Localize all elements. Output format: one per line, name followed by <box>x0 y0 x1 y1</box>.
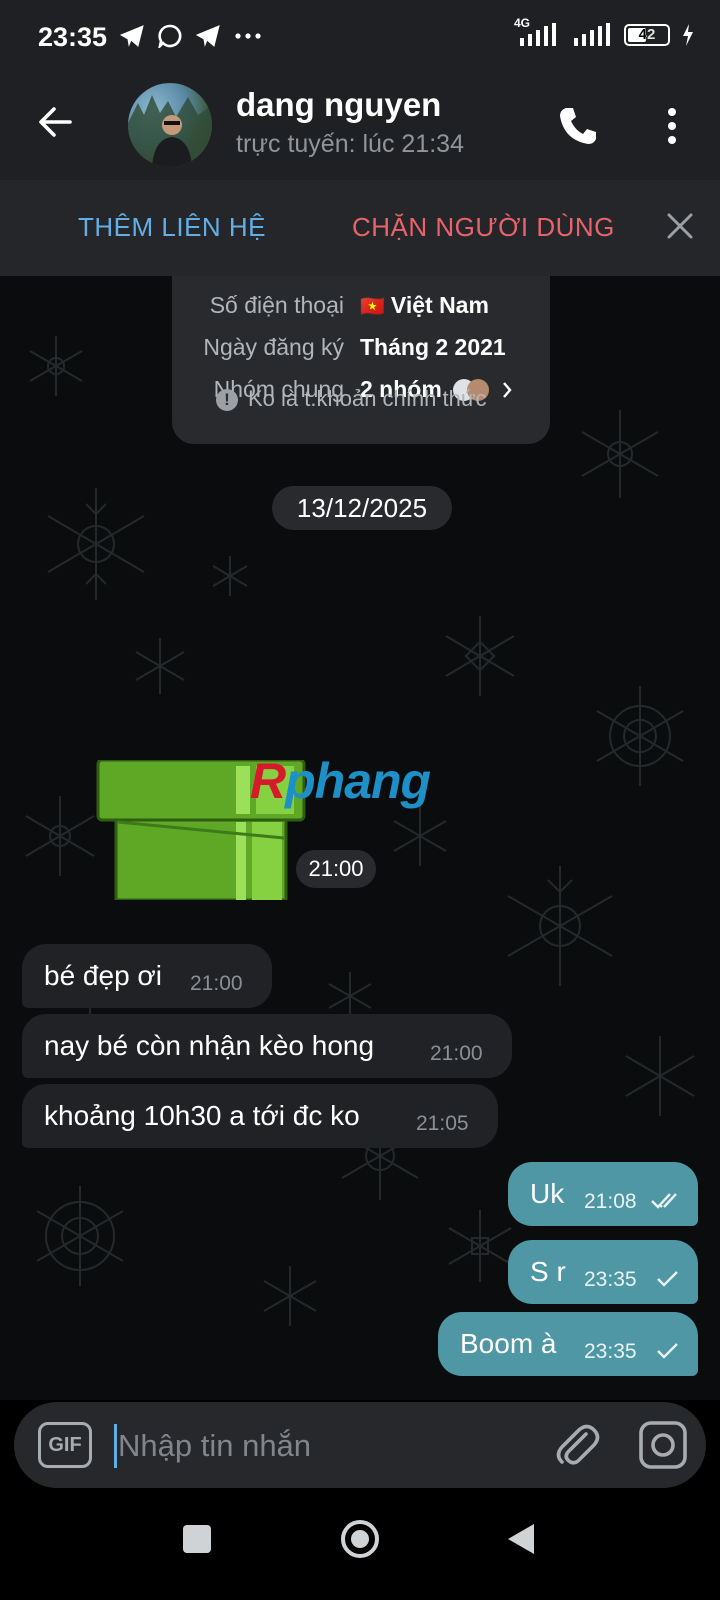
avatar[interactable] <box>128 83 212 167</box>
whatsapp-icon <box>158 24 182 48</box>
back-nav-icon[interactable] <box>506 1522 536 1556</box>
charging-icon <box>683 24 693 46</box>
info-value: 🇻🇳 Việt Nam <box>360 292 489 319</box>
double-check-icon <box>651 1193 677 1209</box>
text-cursor <box>114 1424 117 1468</box>
recent-apps-icon[interactable] <box>182 1524 212 1554</box>
message-text: Uk <box>530 1178 565 1209</box>
info-label: Số điện thoại <box>209 292 344 318</box>
paperclip-icon[interactable] <box>552 1420 600 1470</box>
date-separator: 13/12/2025 <box>272 486 452 530</box>
vietnam-flag-icon: 🇻🇳 <box>360 296 385 318</box>
message-input[interactable] <box>118 1422 518 1470</box>
incoming-message[interactable]: bé đẹp ơi 21:00 <box>22 944 272 1008</box>
close-icon[interactable] <box>664 210 696 242</box>
message-text: khoảng 10h30 a tới đc ko <box>44 1100 360 1131</box>
signal-icon <box>574 23 610 46</box>
message-text: bé đẹp ơi <box>44 960 163 991</box>
telegram-icon <box>196 25 220 47</box>
country-value: Việt Nam <box>390 292 489 318</box>
block-user-button[interactable]: CHẶN NGƯỜI DÙNG <box>352 212 615 243</box>
message-time: 21:00 <box>430 1042 483 1065</box>
message-text: nay bé còn nhận kèo hong <box>44 1030 375 1061</box>
outgoing-message[interactable]: Boom à 23:35 <box>438 1312 698 1376</box>
outgoing-message[interactable]: S r 23:35 <box>508 1240 698 1304</box>
watermark-logo: Rphang <box>250 752 431 810</box>
message-time: 23:35 <box>584 1340 637 1363</box>
chevron-right-icon <box>502 382 512 398</box>
incoming-message[interactable]: nay bé còn nhận kèo hong 21:00 <box>22 1014 512 1078</box>
chat-header: dang nguyen trực tuyến: lúc 21:34 <box>0 76 720 180</box>
message-text: S r <box>530 1256 566 1287</box>
battery-icon: 42 <box>624 24 670 46</box>
message-composer: GIF <box>14 1402 706 1488</box>
message-time: 21:00 <box>190 972 243 995</box>
battery-level: 42 <box>638 26 656 43</box>
status-time: 23:35 <box>38 22 108 52</box>
message-time: 21:08 <box>584 1190 637 1213</box>
message-time: 21:05 <box>416 1112 469 1135</box>
contact-status: trực tuyến: lúc 21:34 <box>236 130 464 158</box>
incoming-message[interactable]: khoảng 10h30 a tới đc ko 21:05 <box>22 1084 498 1148</box>
message-text: Boom à <box>460 1328 557 1359</box>
home-icon[interactable] <box>339 1518 381 1560</box>
status-bar: 23:35 4G 42 <box>0 0 720 76</box>
camera-icon[interactable] <box>638 1420 688 1470</box>
back-arrow-icon[interactable] <box>36 102 76 142</box>
notice-text: Ko là t.khoản chính thức <box>248 386 487 411</box>
watermark-first: R <box>250 753 286 809</box>
phone-icon[interactable] <box>556 104 600 148</box>
more-options-icon[interactable] <box>662 104 682 148</box>
info-label: Ngày đăng ký <box>203 334 344 360</box>
unofficial-notice: ! Ko là t.khoản chính thức <box>216 386 487 412</box>
outgoing-message[interactable]: Uk 21:08 <box>508 1162 698 1226</box>
system-nav-bar <box>0 1488 720 1600</box>
contact-info-card: Số điện thoại 🇻🇳 Việt Nam Ngày đăng ký Th… <box>172 276 550 444</box>
watermark-rest: phang <box>285 753 431 809</box>
check-icon <box>657 1271 678 1287</box>
check-icon <box>657 1343 678 1359</box>
contact-name[interactable]: dang nguyen <box>236 86 441 124</box>
add-contact-button[interactable]: THÊM LIÊN HỆ <box>78 212 266 243</box>
message-time: 23:35 <box>584 1268 637 1291</box>
chat-area[interactable]: Số điện thoại 🇻🇳 Việt Nam Ngày đăng ký Th… <box>0 276 720 1400</box>
notification-icons <box>120 24 262 48</box>
sticker-time: 21:00 <box>296 850 376 888</box>
info-value: Tháng 2 2021 <box>360 334 506 360</box>
signal-icon: 4G <box>514 16 560 48</box>
system-icons: 4G 42 <box>514 16 694 48</box>
telegram-icon <box>120 25 144 47</box>
gif-button[interactable]: GIF <box>38 1422 92 1468</box>
action-bar: THÊM LIÊN HỆ CHẶN NGƯỜI DÙNG <box>0 180 720 276</box>
more-notifications-icon <box>235 33 261 39</box>
warning-icon: ! <box>216 389 238 411</box>
